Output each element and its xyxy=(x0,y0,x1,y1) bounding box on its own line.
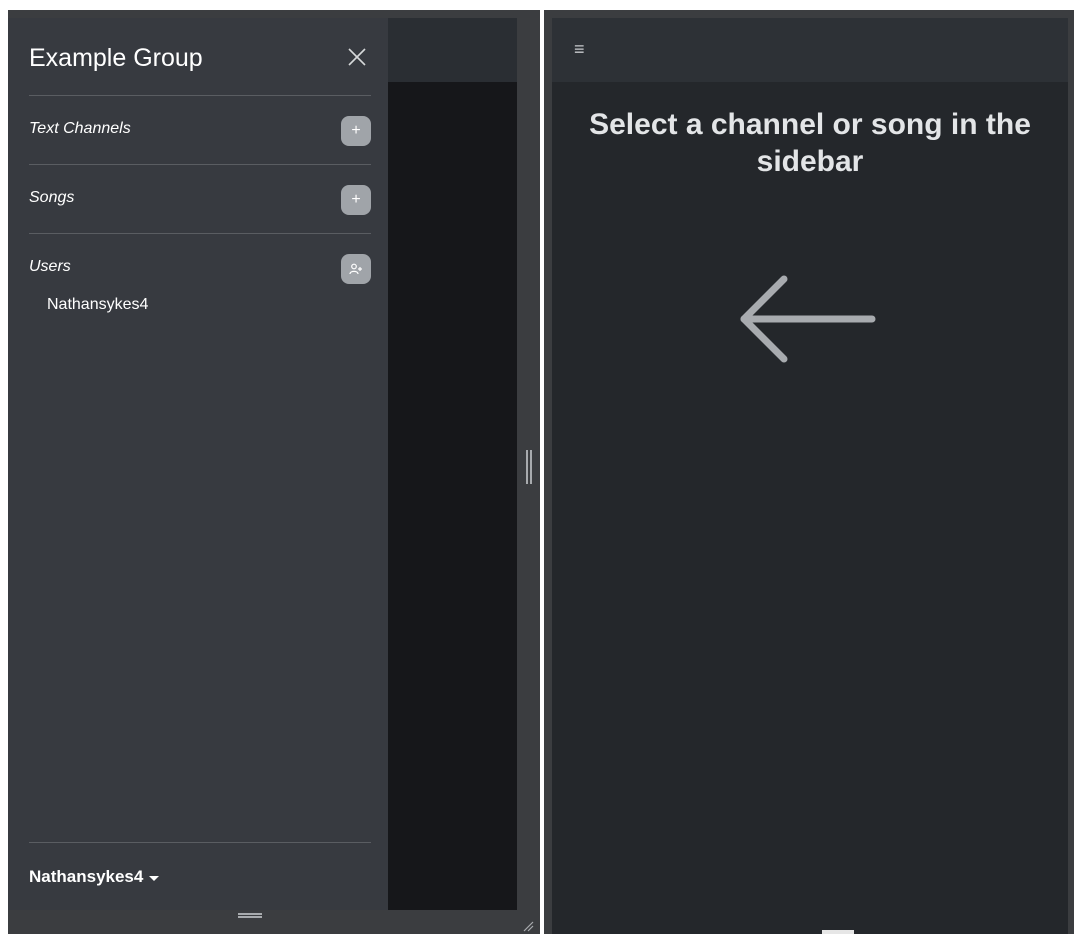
current-user-name: Nathansykes4 xyxy=(29,867,144,886)
plus-icon: + xyxy=(351,191,361,208)
section-label-text-channels: Text Channels xyxy=(29,120,131,137)
bottom-tab-indicator xyxy=(822,930,854,934)
main-topbar: ≡ xyxy=(552,18,1068,82)
user-list-item[interactable]: Nathansykes4 xyxy=(47,296,148,314)
sidebar-footer: Nathansykes4 xyxy=(29,842,371,902)
arrow-left-icon xyxy=(740,275,876,363)
sidebar-header: Example Group xyxy=(29,38,368,78)
hamburger-menu-icon[interactable]: ≡ xyxy=(574,39,594,59)
plus-icon: + xyxy=(351,122,361,139)
add-text-channel-button[interactable]: + xyxy=(341,116,371,146)
main-content: ≡ Select a channel or song in the sideba… xyxy=(552,18,1068,934)
resize-corner-icon[interactable] xyxy=(520,918,534,932)
add-song-button[interactable]: + xyxy=(341,185,371,215)
section-label-users: Users xyxy=(29,258,71,275)
add-user-button[interactable] xyxy=(341,254,371,284)
left-window: ong in Example Group Text Channels + xyxy=(8,10,540,934)
close-sidebar-button[interactable] xyxy=(346,46,368,68)
close-icon xyxy=(348,48,366,66)
right-window: ≡ Select a channel or song in the sideba… xyxy=(544,10,1074,934)
app-stage: ong in Example Group Text Channels + xyxy=(0,0,1074,934)
split-handle[interactable] xyxy=(526,450,532,484)
caret-down-icon xyxy=(149,875,160,881)
users-section: Users Nathansykes4 xyxy=(29,233,371,313)
current-user-dropdown[interactable]: Nathansykes4 xyxy=(29,867,160,887)
songs-section: Songs + xyxy=(29,164,371,234)
bottom-grip-handle[interactable] xyxy=(238,913,262,918)
add-user-icon xyxy=(349,263,362,275)
section-label-songs: Songs xyxy=(29,189,75,206)
empty-state-prompt: Select a channel or song in the sidebar xyxy=(589,108,1031,178)
text-channels-section: Text Channels + xyxy=(29,95,371,165)
group-sidebar: Example Group Text Channels + Songs + Us… xyxy=(8,18,388,910)
group-title: Example Group xyxy=(29,44,203,72)
